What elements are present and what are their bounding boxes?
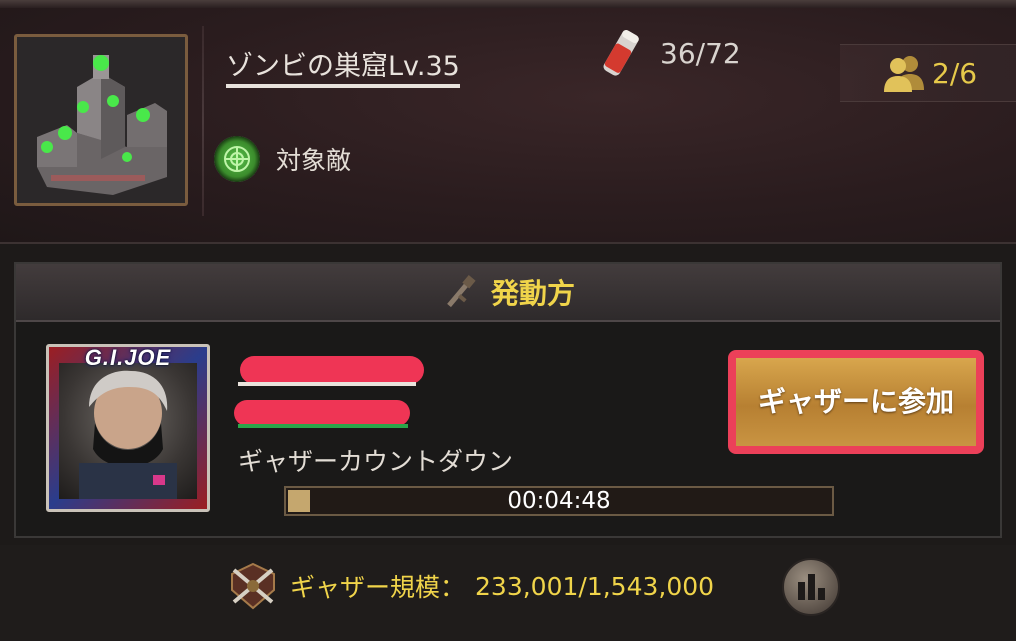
zombie-lair-thumbnail[interactable] xyxy=(14,34,188,206)
target-enemy-label: 対象敵 xyxy=(276,146,352,175)
initiator-panel: 発動方 G.I.JOE ギャザーカウントダウン 00:04:48 ギャザーに参加 xyxy=(14,262,1002,538)
members-count: 2/6 xyxy=(932,56,978,90)
join-gather-button[interactable]: ギャザーに参加 xyxy=(728,350,984,454)
bar-chart-bar xyxy=(817,588,825,600)
gather-scale-value: 233,001/1,543,000 xyxy=(475,571,715,601)
zombie-lair-icon xyxy=(17,37,185,203)
initiator-panel-header: 発動方 xyxy=(16,264,1000,322)
target-title[interactable]: ゾンビの巣窟Lv.35 xyxy=(226,50,460,88)
target-enemy-row: 対象敵 xyxy=(214,136,351,182)
gather-scale-row: ギャザー規模： 233,001/1,543,000 xyxy=(226,560,714,612)
player-avatar[interactable]: G.I.JOE xyxy=(46,344,210,512)
alliance-name-underline xyxy=(238,424,408,428)
ammo-counter: 36/72 xyxy=(600,26,741,80)
members-counter[interactable]: 2/6 xyxy=(840,44,1016,102)
alliance-name-redacted xyxy=(234,400,410,426)
radar-icon xyxy=(214,136,260,182)
bar-chart-icon[interactable] xyxy=(782,558,840,616)
player-name-redacted xyxy=(240,356,424,384)
gather-scale-label: ギャザー規模： xyxy=(290,573,466,602)
initiator-title: 発動方 xyxy=(490,277,575,310)
avatar-brand-logo: G.I.JOE xyxy=(84,345,172,370)
bar-chart-bar xyxy=(797,582,805,600)
header-divider xyxy=(202,26,204,216)
ammo-canister-icon xyxy=(603,30,639,76)
avatar-portrait xyxy=(59,363,197,503)
members-icon xyxy=(884,56,924,92)
rifle-icon xyxy=(447,274,476,308)
target-header: ゾンビの巣窟Lv.35 対象敵 36/72 2/6 xyxy=(0,0,1016,244)
player-name-underline xyxy=(238,382,416,386)
ammo-count: 36/72 xyxy=(660,36,741,70)
countdown-time: 00:04:48 xyxy=(507,488,611,514)
countdown-label: ギャザーカウントダウン xyxy=(238,447,514,476)
bar-chart-bar xyxy=(807,574,815,600)
countdown-progress-bar: 00:04:48 xyxy=(284,486,834,516)
crossed-rifles-icon xyxy=(231,562,275,610)
